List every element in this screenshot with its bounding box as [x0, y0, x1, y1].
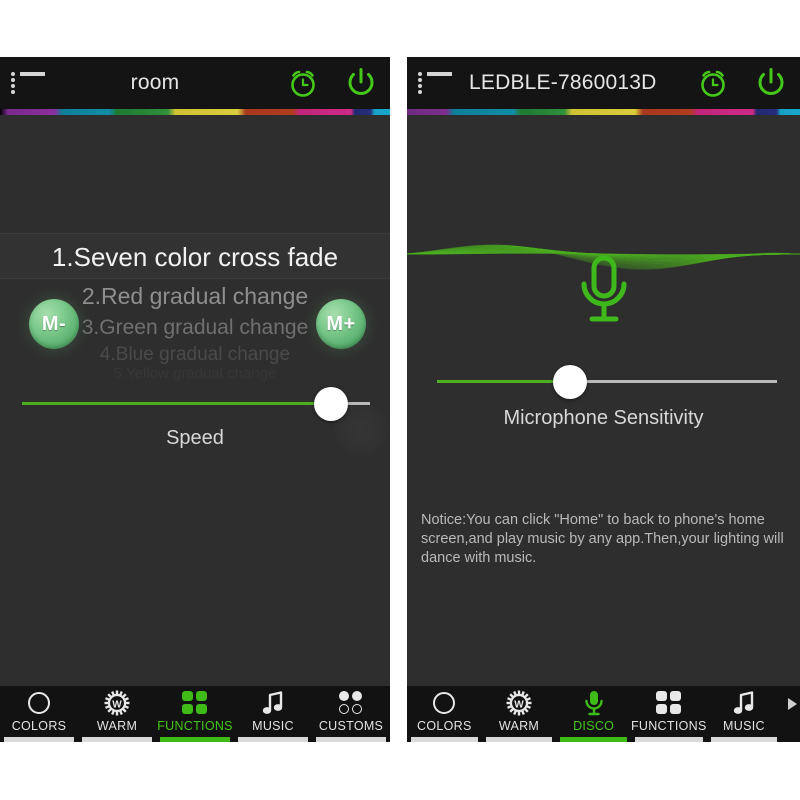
- tab-functions[interactable]: FUNCTIONS: [156, 686, 234, 742]
- circle-outline-icon: [28, 692, 50, 714]
- right-arrow-icon[interactable]: [788, 698, 797, 710]
- power-icon: [348, 68, 374, 96]
- tab-colors[interactable]: COLORS: [0, 686, 78, 742]
- tab-indicator: [160, 737, 230, 742]
- music-note-icon: [733, 691, 754, 714]
- tab-indicator: [316, 737, 386, 742]
- screenshot-canvas: room 1.Seven color cross fade 2.Red grad…: [0, 0, 800, 800]
- tab-label: FUNCTIONS: [157, 719, 233, 733]
- tab-indicator: [4, 737, 74, 742]
- tab-indicator: [238, 737, 308, 742]
- alarm-clock-icon: [291, 70, 315, 97]
- tab-label: WARM: [96, 719, 138, 733]
- mic-slider-label: Microphone Sensitivity: [503, 407, 704, 429]
- music-note-icon: [731, 690, 757, 716]
- tab-indicator: [710, 737, 778, 742]
- right-panel-body: Microphone Sensitivity Notice:You can cl…: [407, 115, 800, 692]
- four-dots-icon: [182, 691, 208, 715]
- tab-indicator: [82, 737, 152, 742]
- notice-text: Notice:You can click "Home" to back to p…: [421, 512, 784, 566]
- circle-outline-icon: [433, 692, 456, 714]
- tab-indicator: [411, 737, 478, 742]
- picker-item[interactable]: 5.Yellow gradual change: [0, 367, 390, 381]
- circle-outline-icon: [28, 690, 50, 716]
- alarm-button[interactable]: [274, 66, 332, 100]
- tab-indicator: [634, 737, 703, 742]
- microphone-icon: [584, 691, 603, 716]
- tab-colors[interactable]: COLORS: [407, 686, 482, 742]
- alarm-clock-icon: [701, 70, 725, 97]
- slider-knob[interactable]: [553, 365, 588, 399]
- sun-w-icon: W: [506, 690, 532, 716]
- tab-warm[interactable]: W WARM: [78, 686, 156, 742]
- alarm-button[interactable]: [684, 66, 742, 100]
- menu-button[interactable]: [407, 72, 463, 94]
- circle-outline-icon: [433, 690, 456, 716]
- tab-label: DISCO: [573, 719, 615, 733]
- power-button[interactable]: [742, 65, 800, 101]
- right-header-bar: LEDBLE-7860013D: [407, 57, 800, 109]
- svg-text:W: W: [514, 700, 524, 711]
- menu-button[interactable]: [0, 72, 56, 94]
- tab-label: COLORS: [417, 719, 472, 733]
- tab-label: CUSTOMS: [318, 719, 384, 733]
- sun-w-icon: W: [505, 690, 533, 716]
- left-panel-body: 1.Seven color cross fade 2.Red gradual c…: [0, 115, 390, 692]
- microphone-icon: [584, 690, 604, 716]
- hamburger-list-icon: [418, 72, 452, 94]
- speed-slider-label: Speed: [166, 427, 224, 449]
- tab-customs[interactable]: CUSTOMS: [312, 686, 390, 742]
- four-circles-icon: [338, 691, 364, 715]
- microphone-display-icon: [407, 253, 800, 332]
- tab-label: MUSIC: [252, 719, 294, 733]
- tab-warm[interactable]: W WARM: [482, 686, 557, 742]
- tab-label: COLORS: [11, 719, 67, 733]
- slider-knob[interactable]: [314, 387, 349, 421]
- sun-w-icon: W: [104, 690, 130, 716]
- microphone-sensitivity-slider[interactable]: [437, 365, 777, 399]
- tab-label: WARM: [498, 719, 540, 733]
- tab-functions[interactable]: FUNCTIONS: [631, 686, 707, 742]
- four-dots-icon: [182, 690, 208, 716]
- speed-slider[interactable]: [22, 387, 370, 421]
- tab-indicator: [560, 737, 627, 742]
- right-phone-panel: LEDBLE-7860013D Microphone Sensitivity N…: [407, 57, 800, 742]
- four-dots-icon: [655, 690, 682, 716]
- sun-w-icon: W: [103, 690, 131, 716]
- mode-minus-button[interactable]: M-: [29, 299, 79, 349]
- hamburger-list-icon: [11, 72, 45, 94]
- power-icon: [758, 68, 784, 96]
- slider-fill: [437, 380, 571, 383]
- microphone-icon: [581, 255, 626, 322]
- page-title: room: [130, 71, 180, 94]
- left-header-bar: room: [0, 57, 390, 109]
- tab-music[interactable]: MUSIC: [234, 686, 312, 742]
- picker-item-selected[interactable]: 1.Seven color cross fade: [0, 233, 390, 279]
- four-circles-icon: [338, 690, 364, 716]
- svg-text:W: W: [112, 700, 122, 711]
- tab-label: FUNCTIONS: [630, 719, 707, 733]
- tab-indicator: [485, 737, 553, 742]
- mode-minus-label: M-: [41, 312, 67, 335]
- tab-disco[interactable]: DISCO: [556, 686, 631, 742]
- page-title: LEDBLE-7860013D: [469, 71, 657, 94]
- tab-label: MUSIC: [723, 719, 765, 733]
- music-note-icon: [260, 690, 286, 716]
- music-note-icon: [262, 691, 283, 714]
- four-dots-icon: [655, 691, 682, 715]
- power-button[interactable]: [332, 65, 390, 101]
- left-tab-bar: COLORS W WARM FUNCTIONS MUSIC CUSTOMS: [0, 686, 390, 742]
- right-tab-bar: COLORS W WARM DISCO FUNCTIONS MUSIC: [407, 686, 800, 742]
- mode-plus-button[interactable]: M+: [316, 299, 366, 349]
- mode-plus-label: M+: [326, 312, 356, 335]
- tab-music[interactable]: MUSIC: [707, 686, 782, 742]
- slider-fill: [22, 402, 332, 405]
- left-phone-panel: room 1.Seven color cross fade 2.Red grad…: [0, 57, 390, 742]
